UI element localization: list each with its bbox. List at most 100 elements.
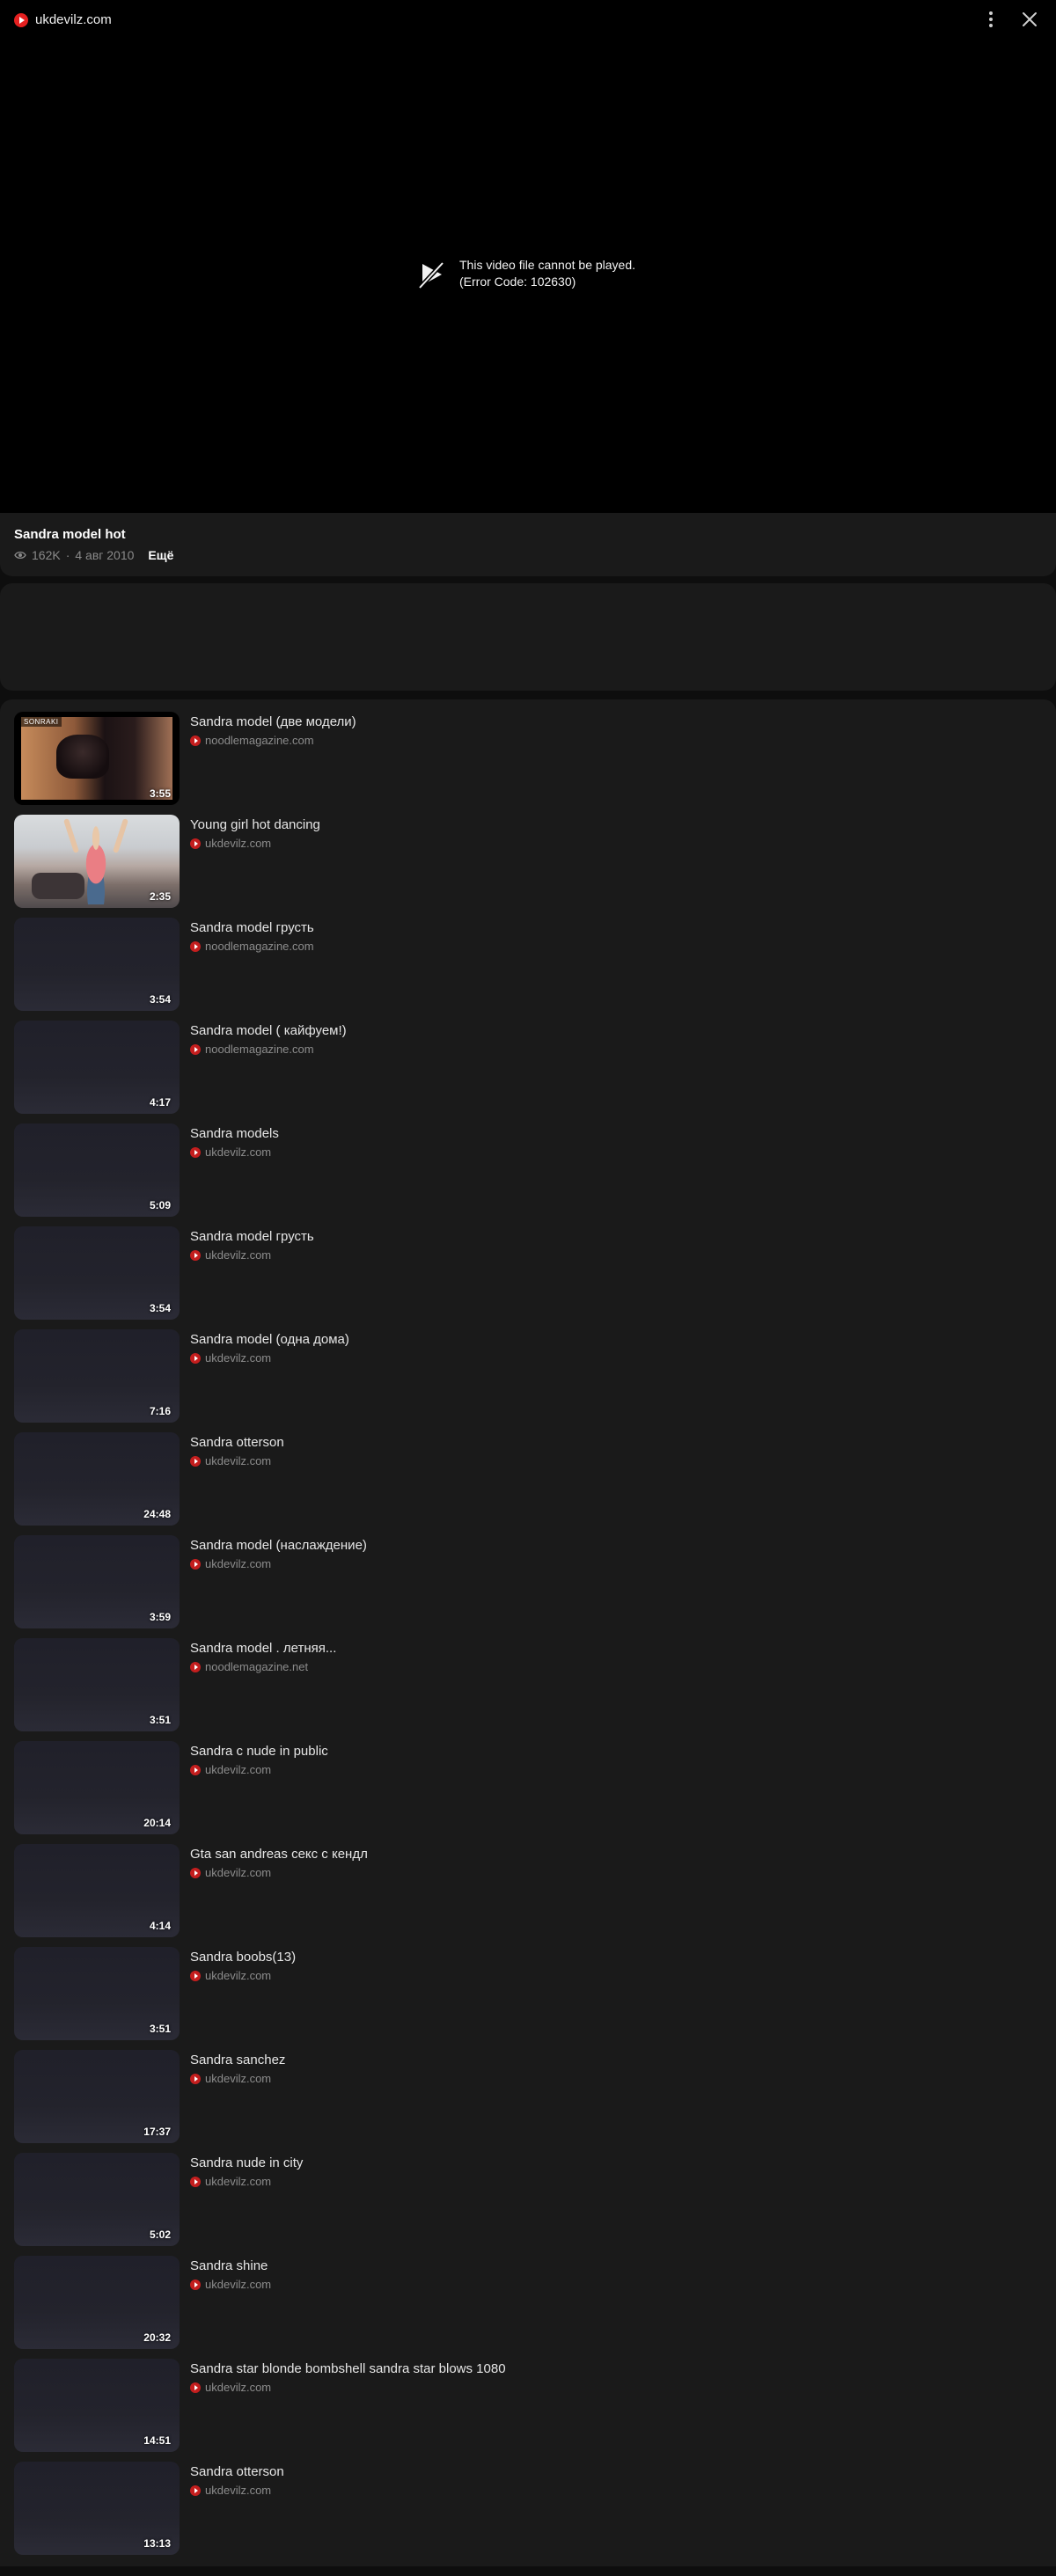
- source-domain: noodlemagazine.com: [205, 940, 314, 953]
- video-title-link[interactable]: Sandra otterson: [190, 1435, 284, 1450]
- thumbnail-image-part: [76, 823, 116, 904]
- related-video-item[interactable]: 13:13 Sandra otterson ukdevilz.com: [14, 2462, 1042, 2555]
- video-title-link[interactable]: Sandra model (одна дома): [190, 1332, 349, 1347]
- video-thumbnail[interactable]: 20:14: [14, 1741, 180, 1834]
- video-thumbnail[interactable]: 4:17: [14, 1021, 180, 1114]
- video-thumbnail[interactable]: 14:51: [14, 2359, 180, 2452]
- related-video-item[interactable]: SONRAKI 3:55 Sandra model (две модели) nood…: [14, 712, 1042, 805]
- video-title-link[interactable]: Sandra model грусть: [190, 1229, 314, 1244]
- video-thumbnail[interactable]: 3:54: [14, 918, 180, 1011]
- video-thumbnail[interactable]: 3:51: [14, 1947, 180, 2040]
- source-domain: ukdevilz.com: [205, 1866, 272, 1879]
- video-source: ukdevilz.com: [190, 1557, 271, 1570]
- video-duration: 5:09: [149, 1199, 171, 1211]
- video-source: ukdevilz.com: [190, 2484, 271, 2497]
- ad-placeholder: [0, 583, 1056, 691]
- video-thumbnail[interactable]: 3:51: [14, 1638, 180, 1731]
- video-title-link[interactable]: Sandra c nude in public: [190, 1744, 328, 1759]
- related-video-item[interactable]: 3:51 Sandra boobs(13) ukdevilz.com: [14, 1947, 1042, 2040]
- related-video-item[interactable]: 20:14 Sandra c nude in public ukdevilz.com: [14, 1741, 1042, 1834]
- source-domain: noodlemagazine.com: [205, 734, 314, 747]
- related-video-item[interactable]: 4:14 Gta san andreas секс с кендл ukdevilz…: [14, 1844, 1042, 1937]
- video-thumbnail[interactable]: 5:09: [14, 1123, 180, 1217]
- related-video-item[interactable]: 5:09 Sandra models ukdevilz.com: [14, 1123, 1042, 1217]
- video-source: ukdevilz.com: [190, 2278, 271, 2291]
- related-video-item[interactable]: 14:51 Sandra star blonde bombshell sandra…: [14, 2359, 1042, 2452]
- related-video-item[interactable]: 20:32 Sandra shine ukdevilz.com: [14, 2256, 1042, 2349]
- video-player[interactable]: ukdevilz.com This video file cannot be p…: [0, 0, 1056, 513]
- source-play-icon: [190, 2382, 201, 2393]
- video-title-link[interactable]: Sandra model (две модели): [190, 714, 356, 729]
- site-name[interactable]: ukdevilz.com: [35, 12, 112, 27]
- source-play-icon: [190, 2176, 201, 2187]
- video-title-link[interactable]: Sandra star blonde bombshell sandra star…: [190, 2361, 506, 2376]
- video-thumbnail[interactable]: 17:37: [14, 2050, 180, 2143]
- video-title-link[interactable]: Sandra model . летняя...: [190, 1641, 336, 1656]
- meta-separator: ·: [65, 548, 70, 562]
- eye-icon: [14, 551, 26, 560]
- video-source: ukdevilz.com: [190, 837, 271, 850]
- related-video-item[interactable]: 4:17 Sandra model ( кайфуем!) noodlemagazi…: [14, 1021, 1042, 1114]
- source-domain: ukdevilz.com: [205, 1557, 272, 1570]
- related-video-item[interactable]: 7:16 Sandra model (одна дома) ukdevilz.com: [14, 1329, 1042, 1423]
- video-title-link[interactable]: Sandra model ( кайфуем!): [190, 1023, 347, 1038]
- close-icon[interactable]: [1017, 7, 1042, 32]
- video-title-link[interactable]: Sandra boobs(13): [190, 1950, 296, 1965]
- video-source: noodlemagazine.com: [190, 1043, 314, 1056]
- source-play-icon: [190, 940, 201, 952]
- video-source: ukdevilz.com: [190, 1351, 271, 1365]
- related-video-item[interactable]: 5:02 Sandra nude in city ukdevilz.com: [14, 2153, 1042, 2246]
- video-duration: 3:54: [149, 993, 171, 1006]
- more-button[interactable]: Ещё: [148, 548, 173, 562]
- related-video-item[interactable]: 3:54 Sandra model грусть noodlemagazine.co…: [14, 918, 1042, 1011]
- source-domain: ukdevilz.com: [205, 837, 272, 850]
- related-video-item[interactable]: 17:37 Sandra sanchez ukdevilz.com: [14, 2050, 1042, 2143]
- video-thumbnail[interactable]: 20:32: [14, 2256, 180, 2349]
- video-source: ukdevilz.com: [190, 1969, 271, 1982]
- video-thumbnail[interactable]: 4:14: [14, 1844, 180, 1937]
- video-source: ukdevilz.com: [190, 1866, 271, 1879]
- video-title-link[interactable]: Sandra models: [190, 1126, 279, 1141]
- video-title-link[interactable]: Young girl hot dancing: [190, 817, 320, 832]
- source-domain: ukdevilz.com: [205, 2072, 272, 2085]
- video-thumbnail[interactable]: 24:48: [14, 1432, 180, 1526]
- video-title-link[interactable]: Sandra shine: [190, 2258, 268, 2273]
- video-duration: 14:51: [143, 2434, 171, 2447]
- related-video-item[interactable]: 3:54 Sandra model грусть ukdevilz.com: [14, 1226, 1042, 1320]
- video-title: Sandra model hot: [14, 527, 126, 542]
- source-domain: noodlemagazine.net: [205, 1660, 309, 1673]
- video-title-link[interactable]: Gta san andreas секс с кендл: [190, 1847, 368, 1862]
- source-domain: ukdevilz.com: [205, 2175, 272, 2188]
- related-video-item[interactable]: 24:48 Sandra otterson ukdevilz.com: [14, 1432, 1042, 1526]
- video-title-link[interactable]: Sandra otterson: [190, 2464, 284, 2479]
- video-source: ukdevilz.com: [190, 1763, 271, 1776]
- source-play-icon: [190, 838, 201, 849]
- video-thumbnail[interactable]: 13:13: [14, 2462, 180, 2555]
- more-vertical-icon[interactable]: [979, 7, 1003, 32]
- video-source: ukdevilz.com: [190, 2381, 271, 2394]
- video-title-link[interactable]: Sandra sanchez: [190, 2053, 285, 2067]
- video-source: noodlemagazine.net: [190, 1660, 308, 1673]
- related-video-item[interactable]: 3:51 Sandra model . летняя... noodlemagazi…: [14, 1638, 1042, 1731]
- thumbnail-tag: SONRAKI: [21, 717, 62, 727]
- video-source: ukdevilz.com: [190, 2175, 271, 2188]
- video-title-link[interactable]: Sandra model грусть: [190, 920, 314, 935]
- video-duration: 3:55: [149, 787, 171, 800]
- video-thumbnail[interactable]: 2:35: [14, 815, 180, 908]
- video-thumbnail[interactable]: 5:02: [14, 2153, 180, 2246]
- related-video-item[interactable]: 3:59 Sandra model (наслаждение) ukdevilz.c…: [14, 1535, 1042, 1628]
- video-thumbnail[interactable]: 3:54: [14, 1226, 180, 1320]
- video-duration: 20:32: [143, 2331, 171, 2344]
- top-actions: [979, 7, 1042, 32]
- video-duration: 4:17: [149, 1096, 171, 1109]
- source-domain: ukdevilz.com: [205, 1454, 272, 1467]
- video-thumbnail[interactable]: 3:59: [14, 1535, 180, 1628]
- video-title-link[interactable]: Sandra nude in city: [190, 2155, 303, 2170]
- source-play-icon: [190, 735, 201, 746]
- video-info: Sandra model hot 162K · 4 авг 2010 Ещё: [0, 513, 1056, 576]
- video-thumbnail[interactable]: 7:16: [14, 1329, 180, 1423]
- source-domain: ukdevilz.com: [205, 2278, 272, 2291]
- video-title-link[interactable]: Sandra model (наслаждение): [190, 1538, 367, 1553]
- video-thumbnail[interactable]: SONRAKI 3:55: [14, 712, 180, 805]
- related-video-item[interactable]: 2:35 Young girl hot dancing ukdevilz.com: [14, 815, 1042, 908]
